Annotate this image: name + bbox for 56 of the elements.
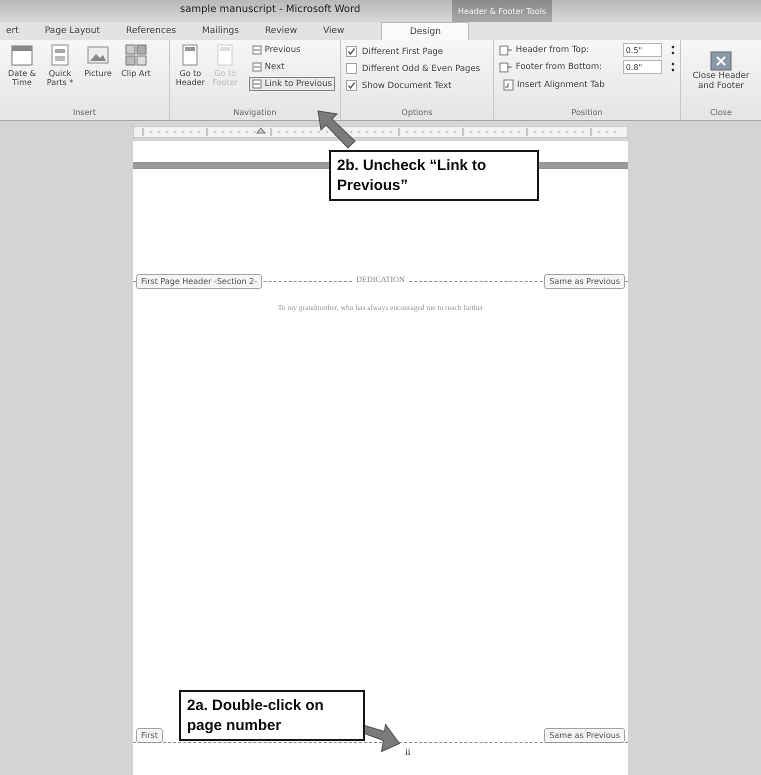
ribbon-button[interactable]: Date & Time [5, 43, 39, 108]
heading: DEDICATION [353, 275, 408, 284]
link-icon [252, 45, 262, 55]
ribbon-button[interactable]: Previous [248, 43, 335, 57]
ribbon-tab[interactable]: View [310, 22, 358, 40]
footer-tag: First [136, 728, 163, 743]
close-button[interactable]: Close Header and Footer [686, 43, 756, 108]
callout: 2b. Uncheck “Link to Previous” [329, 150, 539, 201]
page-number[interactable]: ii [405, 747, 411, 758]
ribbon-tab[interactable]: Mailings [189, 22, 252, 40]
ribbon-tab[interactable]: Design [381, 22, 470, 40]
ribbon-button[interactable]: Link to Previous [248, 77, 335, 91]
checkbox-label: Different Odd & Even Pages [362, 64, 480, 74]
checkbox[interactable] [346, 63, 357, 74]
group-label: Close [709, 108, 733, 119]
ribbon-button[interactable]: Go to Header [174, 43, 206, 108]
group-label: Position [570, 108, 604, 119]
calendar-icon [10, 43, 34, 67]
ribbon-tab[interactable]: ert [0, 22, 32, 40]
link-icon [252, 62, 262, 72]
tab-stop-icon [502, 79, 514, 91]
checkbox-label: Different First Page [362, 46, 444, 56]
field-label: Header from Top: [516, 45, 590, 55]
spinner-icon[interactable] [671, 45, 675, 55]
spinner-icon[interactable] [671, 62, 675, 72]
ribbon-button[interactable]: Insert Alignment Tab [499, 77, 675, 93]
ribbon-button[interactable]: Next [248, 60, 335, 74]
callout-arrow [364, 724, 400, 752]
ribbon-tab[interactable]: Page Layout [32, 22, 114, 40]
clip-art-icon [124, 43, 148, 67]
group-label: Insert [72, 108, 97, 119]
contextual-tab-title: Header & Footer Tools [452, 0, 552, 22]
page-icon [180, 43, 200, 67]
header-tag: First Page Header -Section 2- [136, 274, 262, 289]
margin-icon [499, 44, 513, 56]
footer-tag: Same as Previous [544, 728, 625, 743]
spin-field[interactable]: 0.5" [622, 43, 662, 57]
ribbon-tab[interactable]: Review [252, 22, 310, 40]
page-icon [215, 43, 236, 67]
group-label: Options [400, 108, 434, 119]
checkbox[interactable] [346, 80, 357, 91]
spin-field[interactable]: 0.8" [622, 60, 662, 74]
field-label: Footer from Bottom: [516, 62, 604, 72]
ribbon-button[interactable]: Quick Parts * [43, 43, 77, 108]
link-icon [252, 79, 262, 89]
group-label: Navigation [232, 108, 278, 119]
checkbox[interactable] [346, 46, 357, 57]
ribbon-tab[interactable]: References [113, 22, 190, 40]
header-tag: Same as Previous [544, 274, 625, 289]
window-title: sample manuscript - Microsoft Word [180, 4, 360, 15]
ribbon-button[interactable]: Clip Art [119, 43, 153, 108]
checkbox-label: Show Document Text [362, 80, 452, 90]
callout: 2a. Double-click on page number [179, 690, 365, 741]
close-icon [710, 51, 732, 71]
ribbon-button[interactable]: Picture [81, 43, 115, 108]
margin-icon [499, 62, 513, 72]
